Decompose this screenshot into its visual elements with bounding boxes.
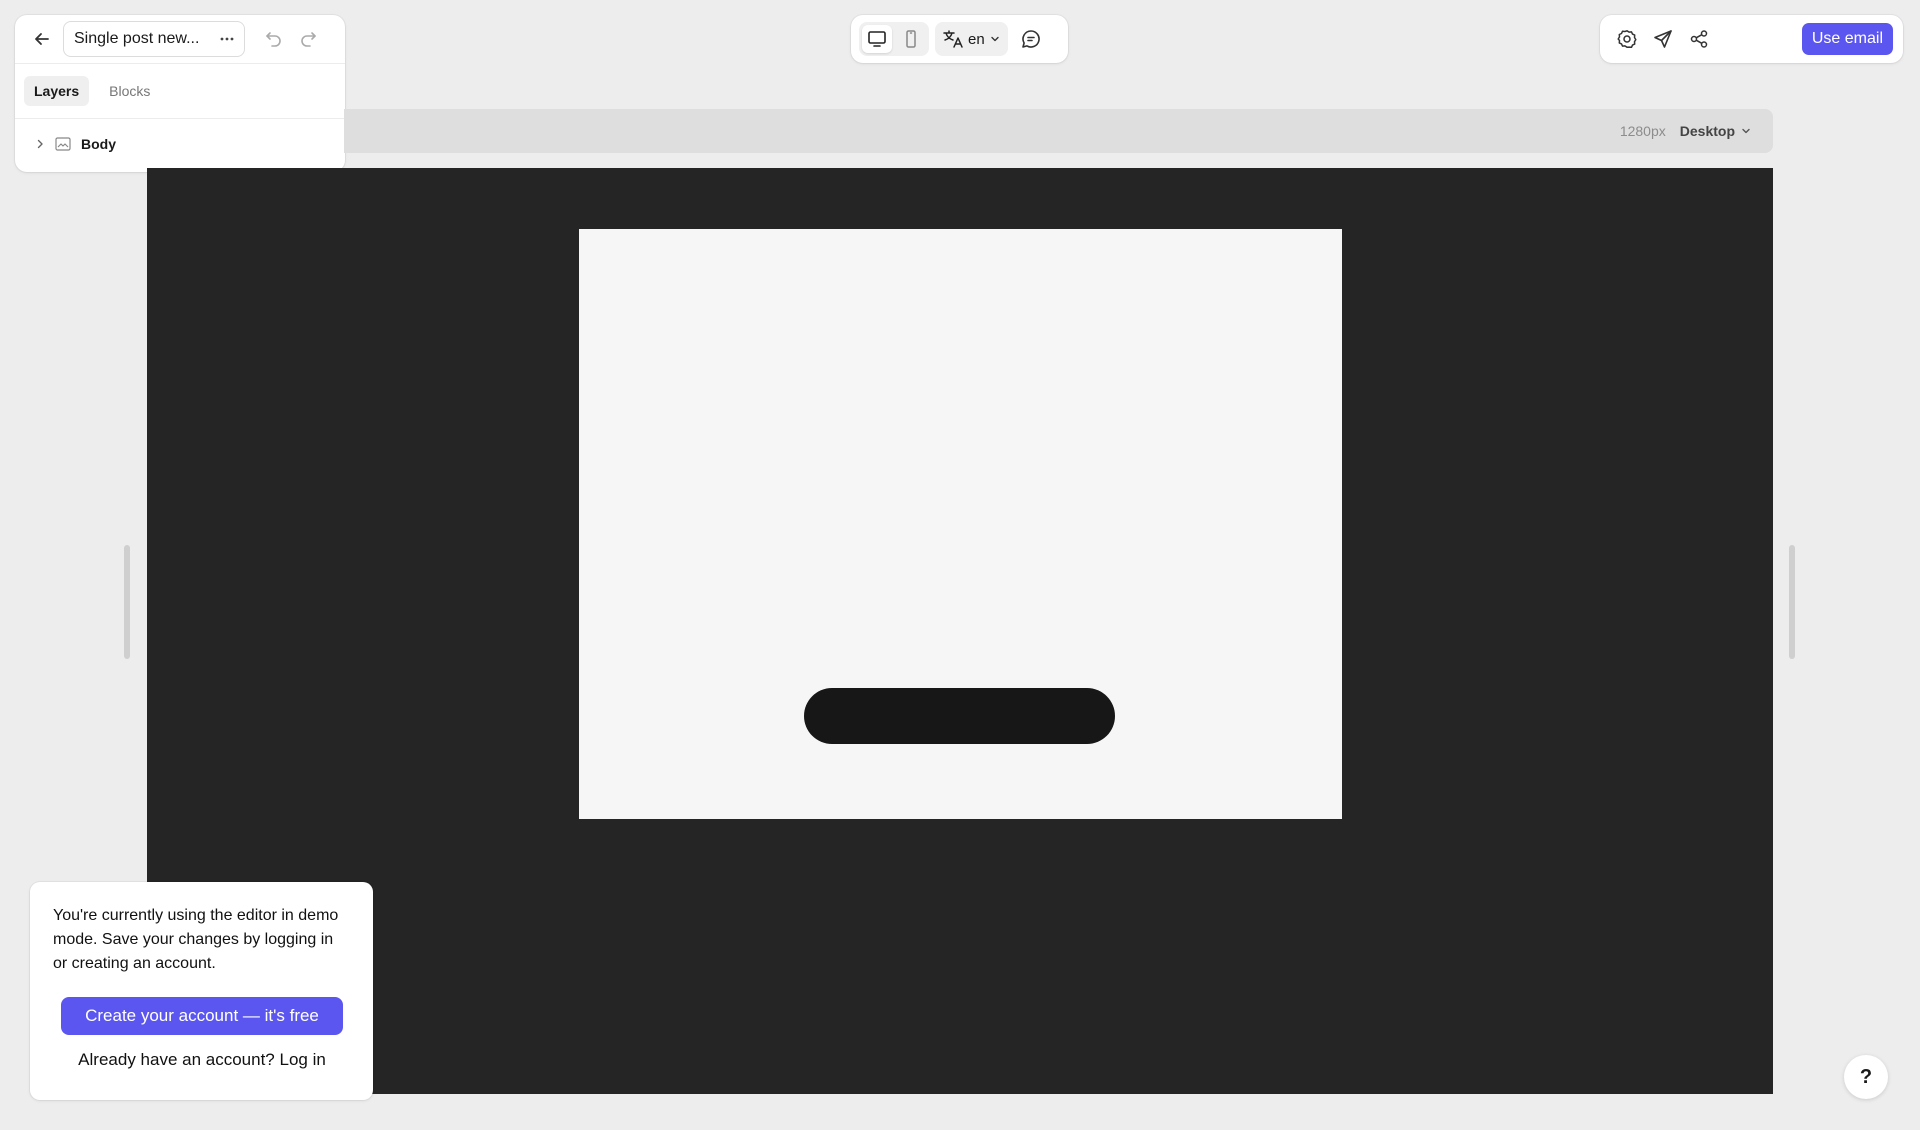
translate-icon [943, 30, 963, 48]
monitor-icon [868, 31, 886, 47]
share-button[interactable] [1682, 22, 1716, 56]
undo-button[interactable] [257, 22, 291, 56]
device-switcher [859, 22, 929, 56]
language-value: en [968, 30, 985, 48]
comment-icon [1021, 30, 1040, 48]
left-panel: Single post new... Layers Blocks Body [15, 15, 345, 172]
redo-icon [301, 32, 316, 47]
center-toolbar: en [851, 15, 1068, 63]
use-email-button[interactable]: Use email [1801, 23, 1893, 55]
panel-tabs: Layers Blocks [15, 63, 345, 119]
tab-blocks[interactable]: Blocks [99, 76, 160, 106]
create-account-button[interactable]: Create your account — it's free [61, 997, 343, 1035]
chevron-down-icon [990, 36, 999, 42]
document-title: Single post new... [74, 30, 200, 47]
left-panel-header: Single post new... [15, 15, 345, 63]
login-prompt-text: Already have an account? [78, 1050, 275, 1069]
more-horizontal-icon [220, 37, 234, 41]
login-link[interactable]: Log in [280, 1050, 326, 1069]
device-label: Desktop [1679, 123, 1735, 139]
redo-button[interactable] [291, 22, 325, 56]
viewport-width: 1280px [1619, 123, 1666, 139]
resize-handle-right[interactable] [1789, 545, 1795, 659]
right-toolbar: Use email [1600, 15, 1903, 63]
device-select[interactable]: Desktop [1680, 123, 1751, 139]
comments-button[interactable] [1014, 22, 1048, 56]
tab-layers[interactable]: Layers [24, 76, 90, 106]
back-button[interactable] [25, 22, 59, 56]
send-icon [1654, 30, 1672, 48]
desktop-view-button[interactable] [862, 25, 892, 53]
login-prompt: Already have an account? Log in [53, 1050, 351, 1070]
mobile-view-button[interactable] [896, 25, 926, 53]
mobile-icon [906, 30, 916, 48]
chevron-right-icon[interactable] [35, 139, 45, 149]
more-options-button[interactable] [216, 28, 238, 50]
card-button[interactable] [804, 688, 1115, 744]
right-toolbar-icons [1610, 22, 1716, 56]
resize-handle-left[interactable] [124, 545, 130, 659]
image-frame-icon [55, 137, 71, 151]
chevron-down-icon [1742, 128, 1750, 134]
arrow-left-icon [35, 33, 49, 45]
send-button[interactable] [1646, 22, 1680, 56]
content-card[interactable] [579, 229, 1342, 819]
settings-button[interactable] [1610, 22, 1644, 56]
document-title-field[interactable]: Single post new... [63, 21, 245, 57]
undo-icon [266, 32, 281, 47]
share-icon [1690, 30, 1708, 48]
layer-item-body[interactable]: Body [15, 119, 345, 169]
editor-canvas[interactable] [147, 168, 1773, 1094]
demo-message: You're currently using the editor in dem… [53, 907, 339, 972]
help-button[interactable]: ? [1844, 1055, 1888, 1099]
viewport-bar: 1280px Desktop [344, 109, 1773, 153]
language-select[interactable]: en [935, 22, 1008, 56]
demo-mode-popup: You're currently using the editor in dem… [30, 882, 373, 1100]
gear-icon [1617, 30, 1637, 49]
layer-label: Body [81, 136, 116, 152]
